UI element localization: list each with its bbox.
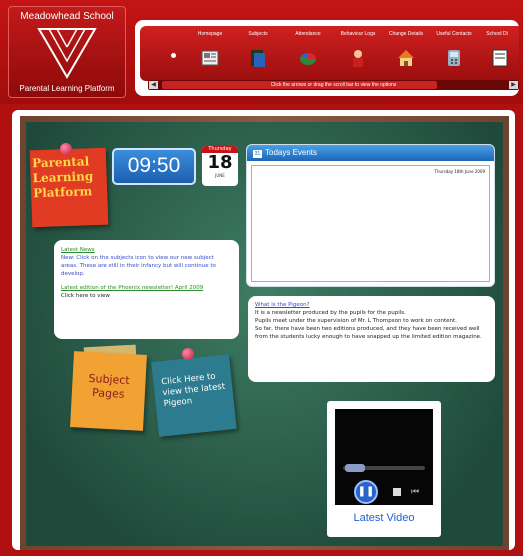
nav-label: Behaviour Logs: [340, 31, 376, 37]
newspaper-icon: [201, 50, 219, 66]
nav-label: Attendance: [295, 31, 321, 37]
calendar-icon: 31: [253, 150, 262, 158]
nav-item-useful-contacts[interactable]: Useful Contacts: [428, 26, 480, 81]
plp-note-text: Parental Learning Platform: [31, 154, 94, 201]
header: Meadowhead School Parental Learning Plat…: [0, 0, 523, 104]
play-button[interactable]: ❚❚: [354, 480, 378, 504]
nav-label: Useful Contacts: [436, 31, 472, 37]
latest-news-link[interactable]: Latest News: [61, 246, 232, 254]
pie-chart-icon: [300, 52, 316, 65]
events-header: 31 Todays Events: [247, 145, 494, 161]
events-list: Thursday 18th June 2009: [251, 165, 490, 282]
pause-icon: ❚❚: [357, 486, 375, 497]
todays-events-panel: 31 Todays Events Thursday 18th June 2009: [246, 144, 495, 287]
pigeon-info-panel: What is the Pigeon? It is a newsletter p…: [248, 296, 495, 382]
nav-label: Subjects: [248, 31, 268, 37]
person-icon: [353, 50, 363, 67]
newsletter-click-text[interactable]: Click here to view: [61, 292, 232, 300]
books-icon: [251, 50, 265, 67]
document-icon: [492, 49, 508, 67]
phone-icon: [448, 50, 460, 66]
nav-item-behaviour-logs[interactable]: Behaviour Logs: [332, 26, 384, 81]
newsletter-link[interactable]: Latest edition of the Phoenix newsletter…: [61, 284, 232, 292]
nav-item-homepage[interactable]: Homepage: [184, 26, 236, 81]
video-progress-knob[interactable]: [345, 464, 365, 472]
pigeon-text-3: So far, there have been two editions pro…: [255, 326, 482, 340]
events-date: Thursday 18th June 2009: [434, 169, 486, 174]
nav-item-change-details[interactable]: Change Details: [380, 26, 432, 81]
plp-sticky-note: Parental Learning Platform: [29, 147, 109, 228]
events-title: Todays Events: [265, 148, 318, 157]
platform-name: Parental Learning Platform: [19, 84, 115, 93]
school-name: Meadowhead School: [20, 11, 114, 22]
video-screen[interactable]: ❚❚ ⏮: [335, 409, 433, 505]
date-calendar: Thursday 18 JUNE: [202, 146, 238, 186]
nav-item-school-diary[interactable]: School Di: [474, 26, 520, 81]
latest-news-panel: Latest News New: Click on the subjects i…: [54, 240, 239, 339]
nav-item-subjects[interactable]: Subjects: [232, 26, 284, 81]
nav-strip: Homepage Subjects Attendance Behaviour L…: [140, 26, 519, 81]
latest-video-label[interactable]: Latest Video: [327, 512, 441, 524]
scroll-hint: Click the arrows or drag the scroll bar …: [270, 82, 397, 88]
skip-icon[interactable]: ⏮: [411, 487, 421, 497]
school-emblem-icon: [37, 28, 97, 79]
nav-label: School Di: [486, 31, 508, 37]
clock: 09:50: [112, 148, 196, 185]
pigeon-text-1: It is a newsletter produced by the pupil…: [255, 310, 406, 316]
house-icon: [398, 50, 414, 66]
scroll-right-arrow-icon[interactable]: ▶: [509, 81, 518, 89]
latest-video-panel[interactable]: ❚❚ ⏮ Latest Video: [327, 401, 441, 537]
latest-news-body: New: Click on the subjects icon to view …: [61, 255, 216, 277]
school-logo[interactable]: Meadowhead School Parental Learning Plat…: [8, 6, 126, 98]
pin-icon: [60, 143, 72, 155]
pigeon-text-2: Pupils meet under the supervision of Mr.…: [255, 318, 457, 324]
pigeon-heading-link[interactable]: What is the Pigeon?: [255, 301, 488, 309]
subject-pages-note[interactable]: Subject Pages: [70, 351, 147, 431]
dot-icon: [171, 53, 176, 58]
date-number: 18: [207, 152, 233, 173]
latest-pigeon-note[interactable]: Click Here to view the latest Pigeon: [151, 354, 237, 437]
nav-label: Change Details: [388, 31, 424, 37]
nav-item-attendance[interactable]: Attendance: [282, 26, 334, 81]
nav-label: Homepage: [197, 31, 223, 37]
nav-scrollbar[interactable]: ◀ Click the arrows or drag the scroll ba…: [148, 80, 519, 90]
stop-button[interactable]: [393, 488, 401, 496]
date-month: JUNE: [215, 173, 225, 178]
pin-icon: [182, 348, 194, 360]
